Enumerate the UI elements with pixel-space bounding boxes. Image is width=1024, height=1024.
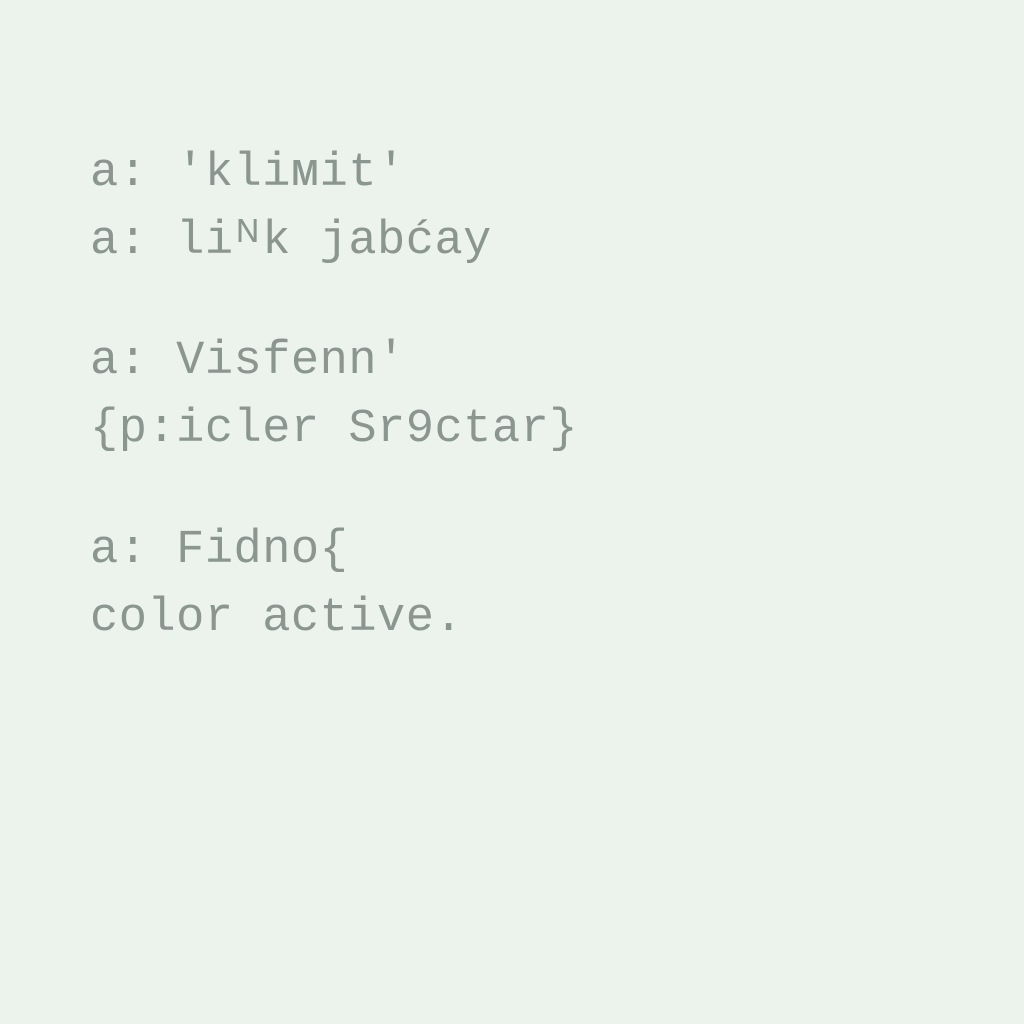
code-line: a: Visfenn' <box>90 328 934 396</box>
text-block-1: a: 'kliᴍit' a: liᴺk jabćay <box>90 140 934 276</box>
code-line: {p:icler Sr9ctar} <box>90 396 934 464</box>
text-block-3: a: Fidno{ color active. <box>90 517 934 653</box>
code-line: a: 'kliᴍit' <box>90 140 934 208</box>
code-line: a: liᴺk jabćay <box>90 208 934 276</box>
code-line: color active. <box>90 585 934 653</box>
text-block-2: a: Visfenn' {p:icler Sr9ctar} <box>90 328 934 464</box>
code-line: a: Fidno{ <box>90 517 934 585</box>
